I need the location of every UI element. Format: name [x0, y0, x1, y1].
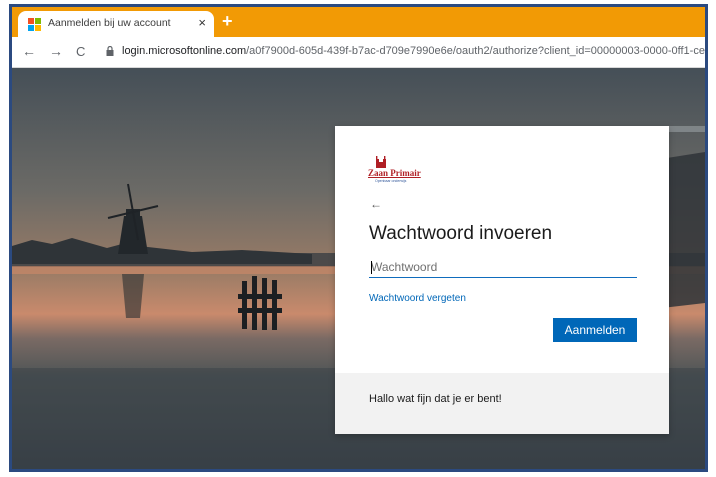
browser-window: Aanmelden bij uw account × + ← → C login…: [9, 4, 708, 472]
sign-in-button[interactable]: Aanmelden: [553, 318, 637, 342]
footer-message: Hallo wat fijn dat je er bent!: [369, 393, 502, 405]
browser-tab[interactable]: Aanmelden bij uw account ×: [18, 11, 214, 37]
lock-icon: [106, 46, 114, 56]
login-card: Zaan Primair Openbaar onderwijs ← Wachtw…: [335, 126, 669, 434]
url-field[interactable]: login.microsoftonline.com/a0f7900d-605d-…: [122, 45, 708, 57]
tab-title: Aanmelden bij uw account: [48, 17, 171, 29]
tab-strip: Aanmelden bij uw account × +: [12, 7, 705, 37]
forgot-password-link[interactable]: Wachtwoord vergeten: [369, 293, 466, 304]
back-arrow-icon[interactable]: ←: [370, 197, 382, 211]
reload-icon[interactable]: C: [76, 44, 85, 59]
forward-arrow-icon[interactable]: →: [49, 43, 63, 59]
tab-close-icon[interactable]: ×: [198, 15, 206, 30]
password-field[interactable]: [369, 257, 637, 278]
page-title: Wachtwoord invoeren: [369, 223, 553, 244]
login-footer: Hallo wat fijn dat je er bent!: [335, 373, 669, 434]
logo-name: Zaan Primair: [368, 168, 421, 178]
microsoft-logo-icon: [28, 18, 41, 31]
text-cursor: [371, 261, 372, 274]
url-host: login.microsoftonline.com: [122, 45, 247, 57]
new-tab-icon[interactable]: +: [222, 11, 233, 31]
back-arrow-icon[interactable]: ←: [22, 43, 36, 59]
logo-tagline: Openbaar onderwijs: [375, 179, 407, 183]
address-bar: ← → C login.microsoftonline.com/a0f7900d…: [12, 37, 705, 68]
castle-icon: [376, 156, 386, 168]
url-path: /a0f7900d-605d-439f-b7ac-d709e7990e6e/oa…: [246, 45, 708, 57]
page-background: Zaan Primair Openbaar onderwijs ← Wachtw…: [12, 68, 705, 469]
